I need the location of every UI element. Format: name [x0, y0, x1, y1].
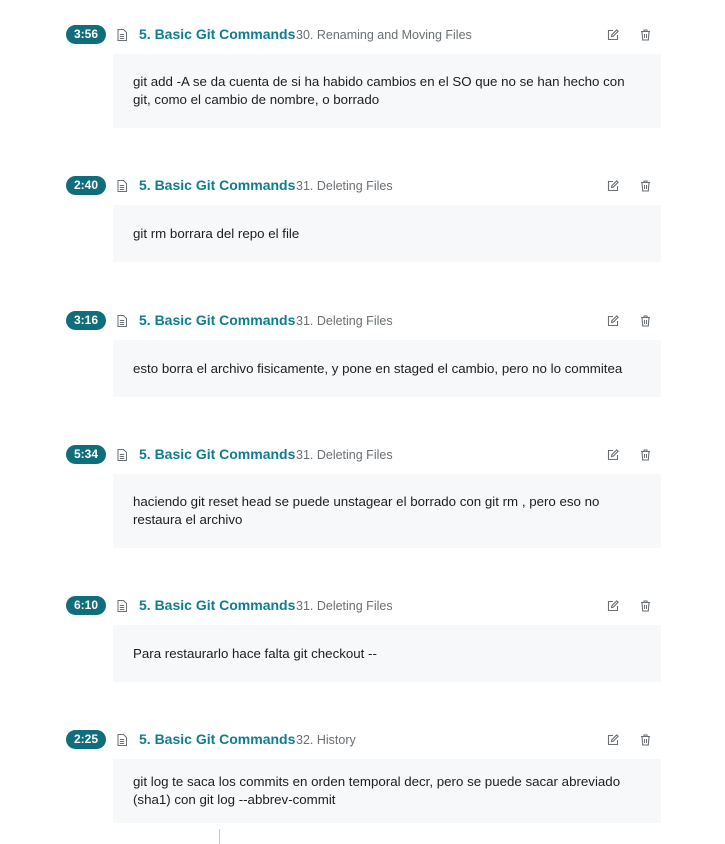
- note-header: 3:56 5. Basic Git Commands 30. Renaming …: [0, 23, 725, 51]
- document-icon: [117, 179, 127, 192]
- edit-icon[interactable]: [604, 177, 622, 195]
- document-icon: [117, 599, 127, 612]
- edit-icon[interactable]: [604, 446, 622, 464]
- document-icon: [117, 28, 127, 41]
- timestamp-badge[interactable]: 3:56: [66, 25, 106, 44]
- trash-icon[interactable]: [636, 26, 654, 44]
- lecture-title: 31. Deleting Files: [296, 599, 393, 613]
- edit-icon[interactable]: [604, 312, 622, 330]
- timestamp-badge[interactable]: 6:10: [66, 596, 106, 615]
- lecture-title: 32. History: [296, 733, 356, 747]
- note-text: haciendo git reset head se puede unstage…: [133, 494, 600, 527]
- trash-icon[interactable]: [636, 731, 654, 749]
- edit-icon[interactable]: [604, 597, 622, 615]
- lecture-title: 31. Deleting Files: [296, 314, 393, 328]
- note-header: 6:10 5. Basic Git Commands 31. Deleting …: [0, 594, 725, 622]
- note-header: 3:16 5. Basic Git Commands 31. Deleting …: [0, 309, 725, 337]
- section-link[interactable]: 5. Basic Git Commands: [139, 729, 295, 749]
- timestamp-badge[interactable]: 2:40: [66, 176, 106, 195]
- note-content: haciendo git reset head se puede unstage…: [113, 474, 661, 548]
- note-header: 2:25 5. Basic Git Commands 32. History: [0, 728, 725, 756]
- note-text: git add -A se da cuenta de si ha habido …: [133, 74, 625, 107]
- timestamp-badge[interactable]: 5:34: [66, 445, 106, 464]
- note-text: esto borra el archivo fisicamente, y pon…: [133, 360, 623, 376]
- note-content: esto borra el archivo fisicamente, y pon…: [113, 340, 661, 397]
- section-link[interactable]: 5. Basic Git Commands: [139, 24, 295, 44]
- lecture-title: 30. Renaming and Moving Files: [296, 28, 472, 42]
- timestamp-badge[interactable]: 3:16: [66, 311, 106, 330]
- document-icon: [117, 733, 127, 746]
- lecture-title: 31. Deleting Files: [296, 448, 393, 462]
- note-content: git rm borrara del repo el file: [113, 205, 661, 262]
- note-header: 2:40 5. Basic Git Commands 31. Deleting …: [0, 174, 725, 202]
- section-link[interactable]: 5. Basic Git Commands: [139, 444, 295, 464]
- divider: [219, 829, 220, 844]
- edit-icon[interactable]: [604, 26, 622, 44]
- section-link[interactable]: 5. Basic Git Commands: [139, 595, 295, 615]
- note-header: 5:34 5. Basic Git Commands 31. Deleting …: [0, 443, 725, 471]
- trash-icon[interactable]: [636, 177, 654, 195]
- note-text: git log te saca los commits en orden tem…: [133, 774, 621, 807]
- section-link[interactable]: 5. Basic Git Commands: [139, 175, 295, 195]
- note-content: Para restaurarlo hace falta git checkout…: [113, 625, 661, 682]
- lecture-title: 31. Deleting Files: [296, 179, 393, 193]
- edit-icon[interactable]: [604, 731, 622, 749]
- trash-icon[interactable]: [636, 446, 654, 464]
- trash-icon[interactable]: [636, 597, 654, 615]
- timestamp-badge[interactable]: 2:25: [66, 730, 106, 749]
- note-text: Para restaurarlo hace falta git checkout…: [133, 645, 377, 661]
- note-text: git rm borrara del repo el file: [133, 225, 300, 241]
- document-icon: [117, 314, 127, 327]
- note-content: git log te saca los commits en orden tem…: [113, 759, 661, 823]
- document-icon: [117, 448, 127, 461]
- section-link[interactable]: 5. Basic Git Commands: [139, 310, 295, 330]
- note-content: git add -A se da cuenta de si ha habido …: [113, 54, 661, 128]
- trash-icon[interactable]: [636, 312, 654, 330]
